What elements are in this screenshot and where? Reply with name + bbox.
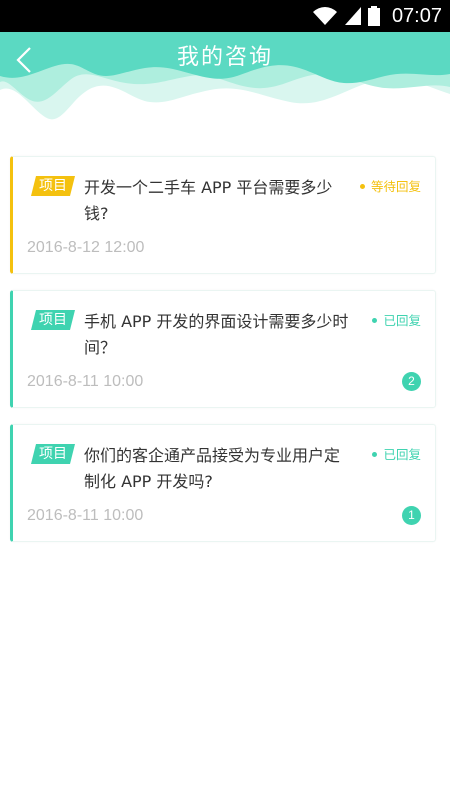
question-text: 你们的客企通产品接受为专业用户定制化 APP 开发吗? <box>84 446 341 491</box>
wifi-icon <box>312 7 337 25</box>
consultation-card[interactable]: 项目 开发一个二手车 APP 平台需要多少钱? 2016-8-12 12:00 … <box>10 156 436 274</box>
status-label: 已回复 <box>383 447 421 462</box>
project-tag-label: 项目 <box>39 446 67 462</box>
consultation-date: 2016-8-11 10:00 <box>27 507 144 524</box>
question-text: 手机 APP 开发的界面设计需要多少时间？ <box>84 312 349 357</box>
status-dot <box>372 318 378 323</box>
question-text: 开发一个二手车 APP 平台需要多少钱? <box>84 178 333 223</box>
project-tag: 项目 <box>31 310 75 330</box>
status-badge: 等待回复 <box>359 178 421 196</box>
consultation-date: 2016-8-11 10:00 <box>27 373 144 390</box>
reply-count-badge: 2 <box>402 372 421 391</box>
project-tag-label: 项目 <box>39 312 67 328</box>
project-tag-label: 项目 <box>39 178 67 194</box>
status-label: 已回复 <box>383 313 421 328</box>
consultation-card[interactable]: 项目 你们的客企通产品接受为专业用户定制化 APP 开发吗? 2016-8-11… <box>10 424 436 542</box>
status-label: 等待回复 <box>370 179 421 194</box>
status-bar: 07:07 <box>0 0 450 32</box>
page-title: 我的咨询 <box>176 45 273 70</box>
project-tag: 项目 <box>31 444 75 464</box>
status-badge: 已回复 <box>372 312 421 330</box>
status-icons: 07:07 <box>312 0 442 32</box>
project-tag: 项目 <box>31 176 75 196</box>
status-time: 07:07 <box>391 4 442 27</box>
status-badge: 已回复 <box>372 446 421 464</box>
header: 我的咨询 <box>0 32 450 147</box>
consultation-card[interactable]: 项目 手机 APP 开发的界面设计需要多少时间？ 2016-8-11 10:00… <box>10 290 436 408</box>
consultation-date: 2016-8-12 12:00 <box>27 239 145 256</box>
battery-icon <box>367 6 380 26</box>
status-dot <box>359 184 365 189</box>
signal-icon <box>344 7 361 25</box>
consultation-list: 项目 开发一个二手车 APP 平台需要多少钱? 2016-8-12 12:00 … <box>10 156 436 558</box>
status-dot <box>372 452 378 457</box>
reply-count-badge: 1 <box>402 506 421 525</box>
